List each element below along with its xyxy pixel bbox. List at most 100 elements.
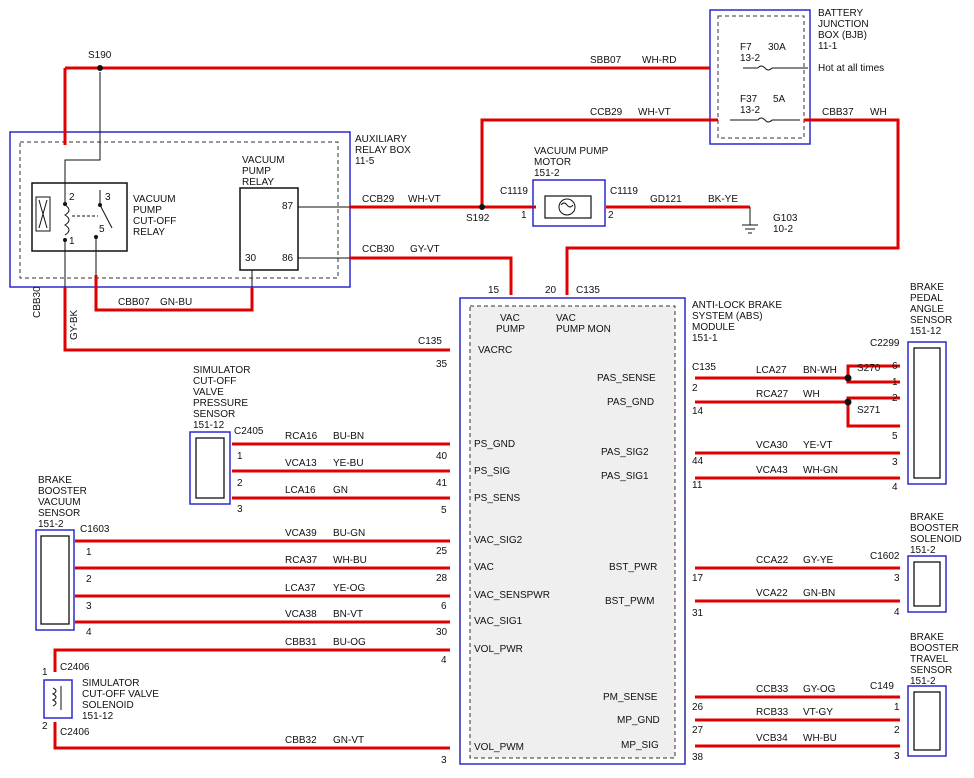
abs-pin-26: 26 bbox=[692, 702, 704, 713]
wire-ccb33-id: CCB33 bbox=[756, 684, 789, 695]
bjb-title: BATTERY JUNCTION BOX (BJB) 11-1 bbox=[818, 8, 869, 52]
fuse-f37-name: F37 bbox=[740, 94, 758, 105]
wire-rca16-color: BU-BN bbox=[333, 431, 365, 442]
wire-cca22-id: CCA22 bbox=[756, 555, 789, 566]
abs-pin-38: 38 bbox=[692, 752, 704, 763]
abs-conn-left: C135 bbox=[418, 336, 442, 347]
abs-pin-41: 41 bbox=[436, 478, 448, 489]
wire-gd121-color: BK-YE bbox=[708, 194, 739, 205]
fuse-f7-name: F7 bbox=[740, 42, 752, 53]
wire-ccb29a-id: CCB29 bbox=[590, 107, 623, 118]
solenoid-pin-1: 1 bbox=[42, 667, 48, 678]
fuse-f37-amp: 5A bbox=[773, 94, 786, 105]
solenoid-pin-2: 2 bbox=[42, 721, 48, 732]
abs-conn-top: C135 bbox=[576, 285, 600, 296]
abs-title: ANTI-LOCK BRAKE SYSTEM (ABS) MODULE 151-1 bbox=[692, 300, 783, 344]
bpas-pin-3: 3 bbox=[892, 457, 898, 468]
wire-vca38-color: BN-VT bbox=[333, 609, 363, 620]
wire-vca43-color: WH-GN bbox=[803, 465, 838, 476]
wire-rca27-color: WH bbox=[803, 389, 820, 400]
fuse-f37-loc: 13-2 bbox=[740, 105, 761, 116]
bbsol-title: BRAKE BOOSTER SOLENOID 151-2 bbox=[910, 512, 962, 556]
wire-rca16-id: RCA16 bbox=[285, 431, 318, 442]
sim-sensor-pin-3: 3 bbox=[237, 504, 243, 515]
abs-pin-28: 28 bbox=[436, 573, 448, 584]
bpas-pin-6: 6 bbox=[892, 361, 898, 372]
abs-pin-4: 4 bbox=[441, 655, 447, 666]
solenoid-conn-top: C2406 bbox=[60, 662, 90, 673]
solenoid-conn-bot: C2406 bbox=[60, 727, 90, 738]
wire-cbb07-color: GN-BU bbox=[160, 297, 193, 308]
solenoid-outline bbox=[43, 679, 73, 719]
bbvs-pin-3: 3 bbox=[86, 601, 92, 612]
splice-s192: S192 bbox=[466, 213, 490, 224]
abs-pin-14: 14 bbox=[692, 406, 704, 417]
bbvs-outline bbox=[35, 529, 75, 631]
sim-sensor-pin-1: 1 bbox=[237, 451, 243, 462]
wire-ccb29a-color: WH-VT bbox=[638, 107, 671, 118]
wire-sbb07-color: WH-RD bbox=[642, 55, 677, 66]
wire-rca37-id: RCA37 bbox=[285, 555, 318, 566]
fuse-f7-note: Hot at all times bbox=[818, 63, 885, 74]
bbvs-title: BRAKE BOOSTER VACUUM SENSOR 151-2 bbox=[38, 475, 87, 530]
abs-sig-vac-sig2: VAC_SIG2 bbox=[474, 535, 523, 546]
bbvs-conn: C1603 bbox=[80, 524, 110, 535]
cutoff-relay-title: VACUUM PUMP CUT-OFF RELAY bbox=[133, 194, 177, 238]
wire-rcb33-id: RCB33 bbox=[756, 707, 789, 718]
wire-cbb30-id: CBB30 bbox=[32, 286, 43, 318]
abs-sig-vac-senspwr: VAC_SENSPWR bbox=[474, 590, 550, 601]
wire-vcb34-color: WH-BU bbox=[803, 733, 837, 744]
ground-loc: 10-2 bbox=[773, 224, 794, 235]
bpas-pin-4: 4 bbox=[892, 482, 898, 493]
sim-sensor-title: SIMULATOR CUT-OFF VALVE PRESSURE SENSOR 151-1… bbox=[193, 365, 251, 431]
abs-sig-vac: VAC bbox=[474, 562, 494, 573]
abs-pin-31: 31 bbox=[692, 608, 704, 619]
bbvs-pin-4: 4 bbox=[86, 627, 92, 638]
sim-sensor-conn: C2405 bbox=[234, 426, 264, 437]
wire-vca22-id: VCA22 bbox=[756, 588, 788, 599]
wire-ccb33-color: GY-OG bbox=[803, 684, 836, 695]
relay-pin-87: 87 bbox=[282, 201, 294, 212]
bbts-pin-2: 2 bbox=[894, 725, 900, 736]
wire-rcb33-color: VT-GY bbox=[803, 707, 834, 718]
wire-vca13-id: VCA13 bbox=[285, 458, 317, 469]
relay-pin-2: 2 bbox=[69, 192, 75, 203]
wire-lca27-id: LCA27 bbox=[756, 365, 787, 376]
wire-vcb34-id: VCB34 bbox=[756, 733, 788, 744]
wire-ccb30 bbox=[350, 256, 513, 295]
wire-sbb07 bbox=[63, 66, 710, 132]
wire-gd121-id: GD121 bbox=[650, 194, 682, 205]
ground-icon bbox=[742, 207, 758, 234]
wiring-diagram: BATTERY JUNCTION BOX (BJB) 11-1 F7 30A 13-2… bbox=[0, 0, 974, 778]
abs-pin-30: 30 bbox=[436, 627, 448, 638]
relay-coil-x bbox=[38, 199, 48, 229]
abs-top-lbl2a: VAC bbox=[556, 313, 576, 324]
wire-vca30-id: VCA30 bbox=[756, 440, 788, 451]
bpas-conn: C2299 bbox=[870, 338, 900, 349]
bbsol-pin-3: 3 bbox=[894, 573, 900, 584]
abs-sig-vol-pwm: VOL_PWM bbox=[474, 742, 525, 753]
wire-cbb30-color: GY-BK bbox=[69, 309, 80, 340]
solenoid-title: SIMULATOR CUT-OFF VALVE SOLENOID 151-12 bbox=[82, 678, 159, 722]
relay-pin-3: 3 bbox=[105, 192, 111, 203]
ground-name: G103 bbox=[773, 213, 798, 224]
bbts-pin-3: 3 bbox=[894, 751, 900, 762]
bpas-pin-2: 2 bbox=[892, 393, 898, 404]
fuse-f7-loc: 13-2 bbox=[740, 53, 761, 64]
abs-pin-2: 2 bbox=[692, 383, 698, 394]
wire-ccb29b-color: WH-VT bbox=[408, 194, 441, 205]
wire-lca27-color: BN-WH bbox=[803, 365, 837, 376]
relay-pin-5: 5 bbox=[99, 224, 105, 235]
wire-cbb07-id: CBB07 bbox=[118, 297, 150, 308]
abs-sig-bst-pwr: BST_PWR bbox=[609, 562, 658, 573]
wire-vca39-id: VCA39 bbox=[285, 528, 317, 539]
abs-sig-pm-sense: PM_SENSE bbox=[603, 692, 658, 703]
cutoff-relay-box bbox=[31, 182, 128, 252]
abs-top-lbl1b: PUMP bbox=[496, 324, 525, 335]
pump-relay-title: VACUUM PUMP RELAY bbox=[242, 155, 285, 188]
motor-title: VACUUM PUMP MOTOR 151-2 bbox=[534, 146, 609, 179]
wire-cbb31-id: CBB31 bbox=[285, 637, 317, 648]
wire-ccb29b-id: CCB29 bbox=[362, 194, 395, 205]
abs-pin-25: 25 bbox=[436, 546, 448, 557]
wire-relay-pin2 bbox=[64, 72, 101, 204]
